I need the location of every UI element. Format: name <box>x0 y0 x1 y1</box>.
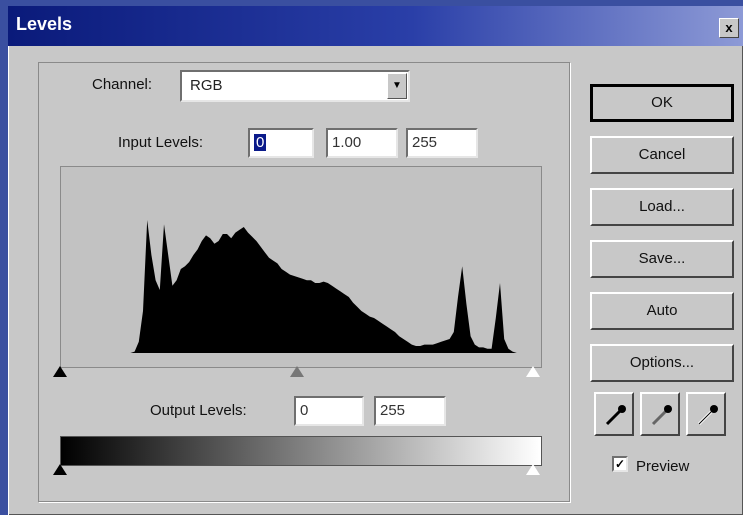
preview-checkbox[interactable]: ✓ <box>612 456 628 472</box>
white-eyedropper-button[interactable] <box>686 392 726 436</box>
histogram-graph <box>101 220 521 353</box>
histogram-shape <box>101 220 521 353</box>
load-button[interactable]: Load... <box>590 188 734 226</box>
options-button[interactable]: Options... <box>590 344 734 382</box>
input-levels-label: Input Levels: <box>118 134 204 151</box>
output-levels-label: Output Levels: <box>150 402 247 419</box>
close-icon: x <box>725 20 733 35</box>
channel-select[interactable]: RGB ▼ <box>180 70 410 102</box>
save-button[interactable]: Save... <box>590 240 734 278</box>
input-white-slider[interactable] <box>526 366 540 377</box>
levels-dialog: Levels x Channel: RGB ▼ Input Levels: 0 … <box>8 6 743 515</box>
auto-button[interactable]: Auto <box>590 292 734 330</box>
output-white-slider[interactable] <box>526 464 540 475</box>
eyedropper-gray-icon <box>651 405 672 426</box>
eyedropper-white-icon <box>697 405 718 426</box>
histogram <box>60 166 542 368</box>
channel-label: Channel: <box>92 76 153 93</box>
input-black-field[interactable]: 0 <box>248 128 314 158</box>
output-black-field[interactable]: 0 <box>294 396 364 426</box>
input-gamma-field[interactable]: 1.00 <box>326 128 398 158</box>
output-white-field[interactable]: 255 <box>374 396 446 426</box>
input-black-slider[interactable] <box>53 366 67 377</box>
chevron-down-icon[interactable]: ▼ <box>387 73 407 99</box>
input-gamma-slider[interactable] <box>290 366 304 377</box>
preview-label[interactable]: Preview <box>636 458 689 475</box>
output-gradient-bar <box>60 436 542 466</box>
dialog-title: Levels <box>16 14 73 34</box>
output-black-slider[interactable] <box>53 464 67 475</box>
black-eyedropper-button[interactable] <box>594 392 634 436</box>
close-button[interactable]: x <box>719 18 739 38</box>
input-black-value: 0 <box>254 134 267 151</box>
cancel-button[interactable]: Cancel <box>590 136 734 174</box>
title-bar[interactable]: Levels x <box>8 6 743 46</box>
ok-button[interactable]: OK <box>590 84 734 122</box>
input-white-field[interactable]: 255 <box>406 128 478 158</box>
eyedropper-black-icon <box>605 405 626 426</box>
channel-value: RGB <box>190 77 223 94</box>
gray-eyedropper-button[interactable] <box>640 392 680 436</box>
